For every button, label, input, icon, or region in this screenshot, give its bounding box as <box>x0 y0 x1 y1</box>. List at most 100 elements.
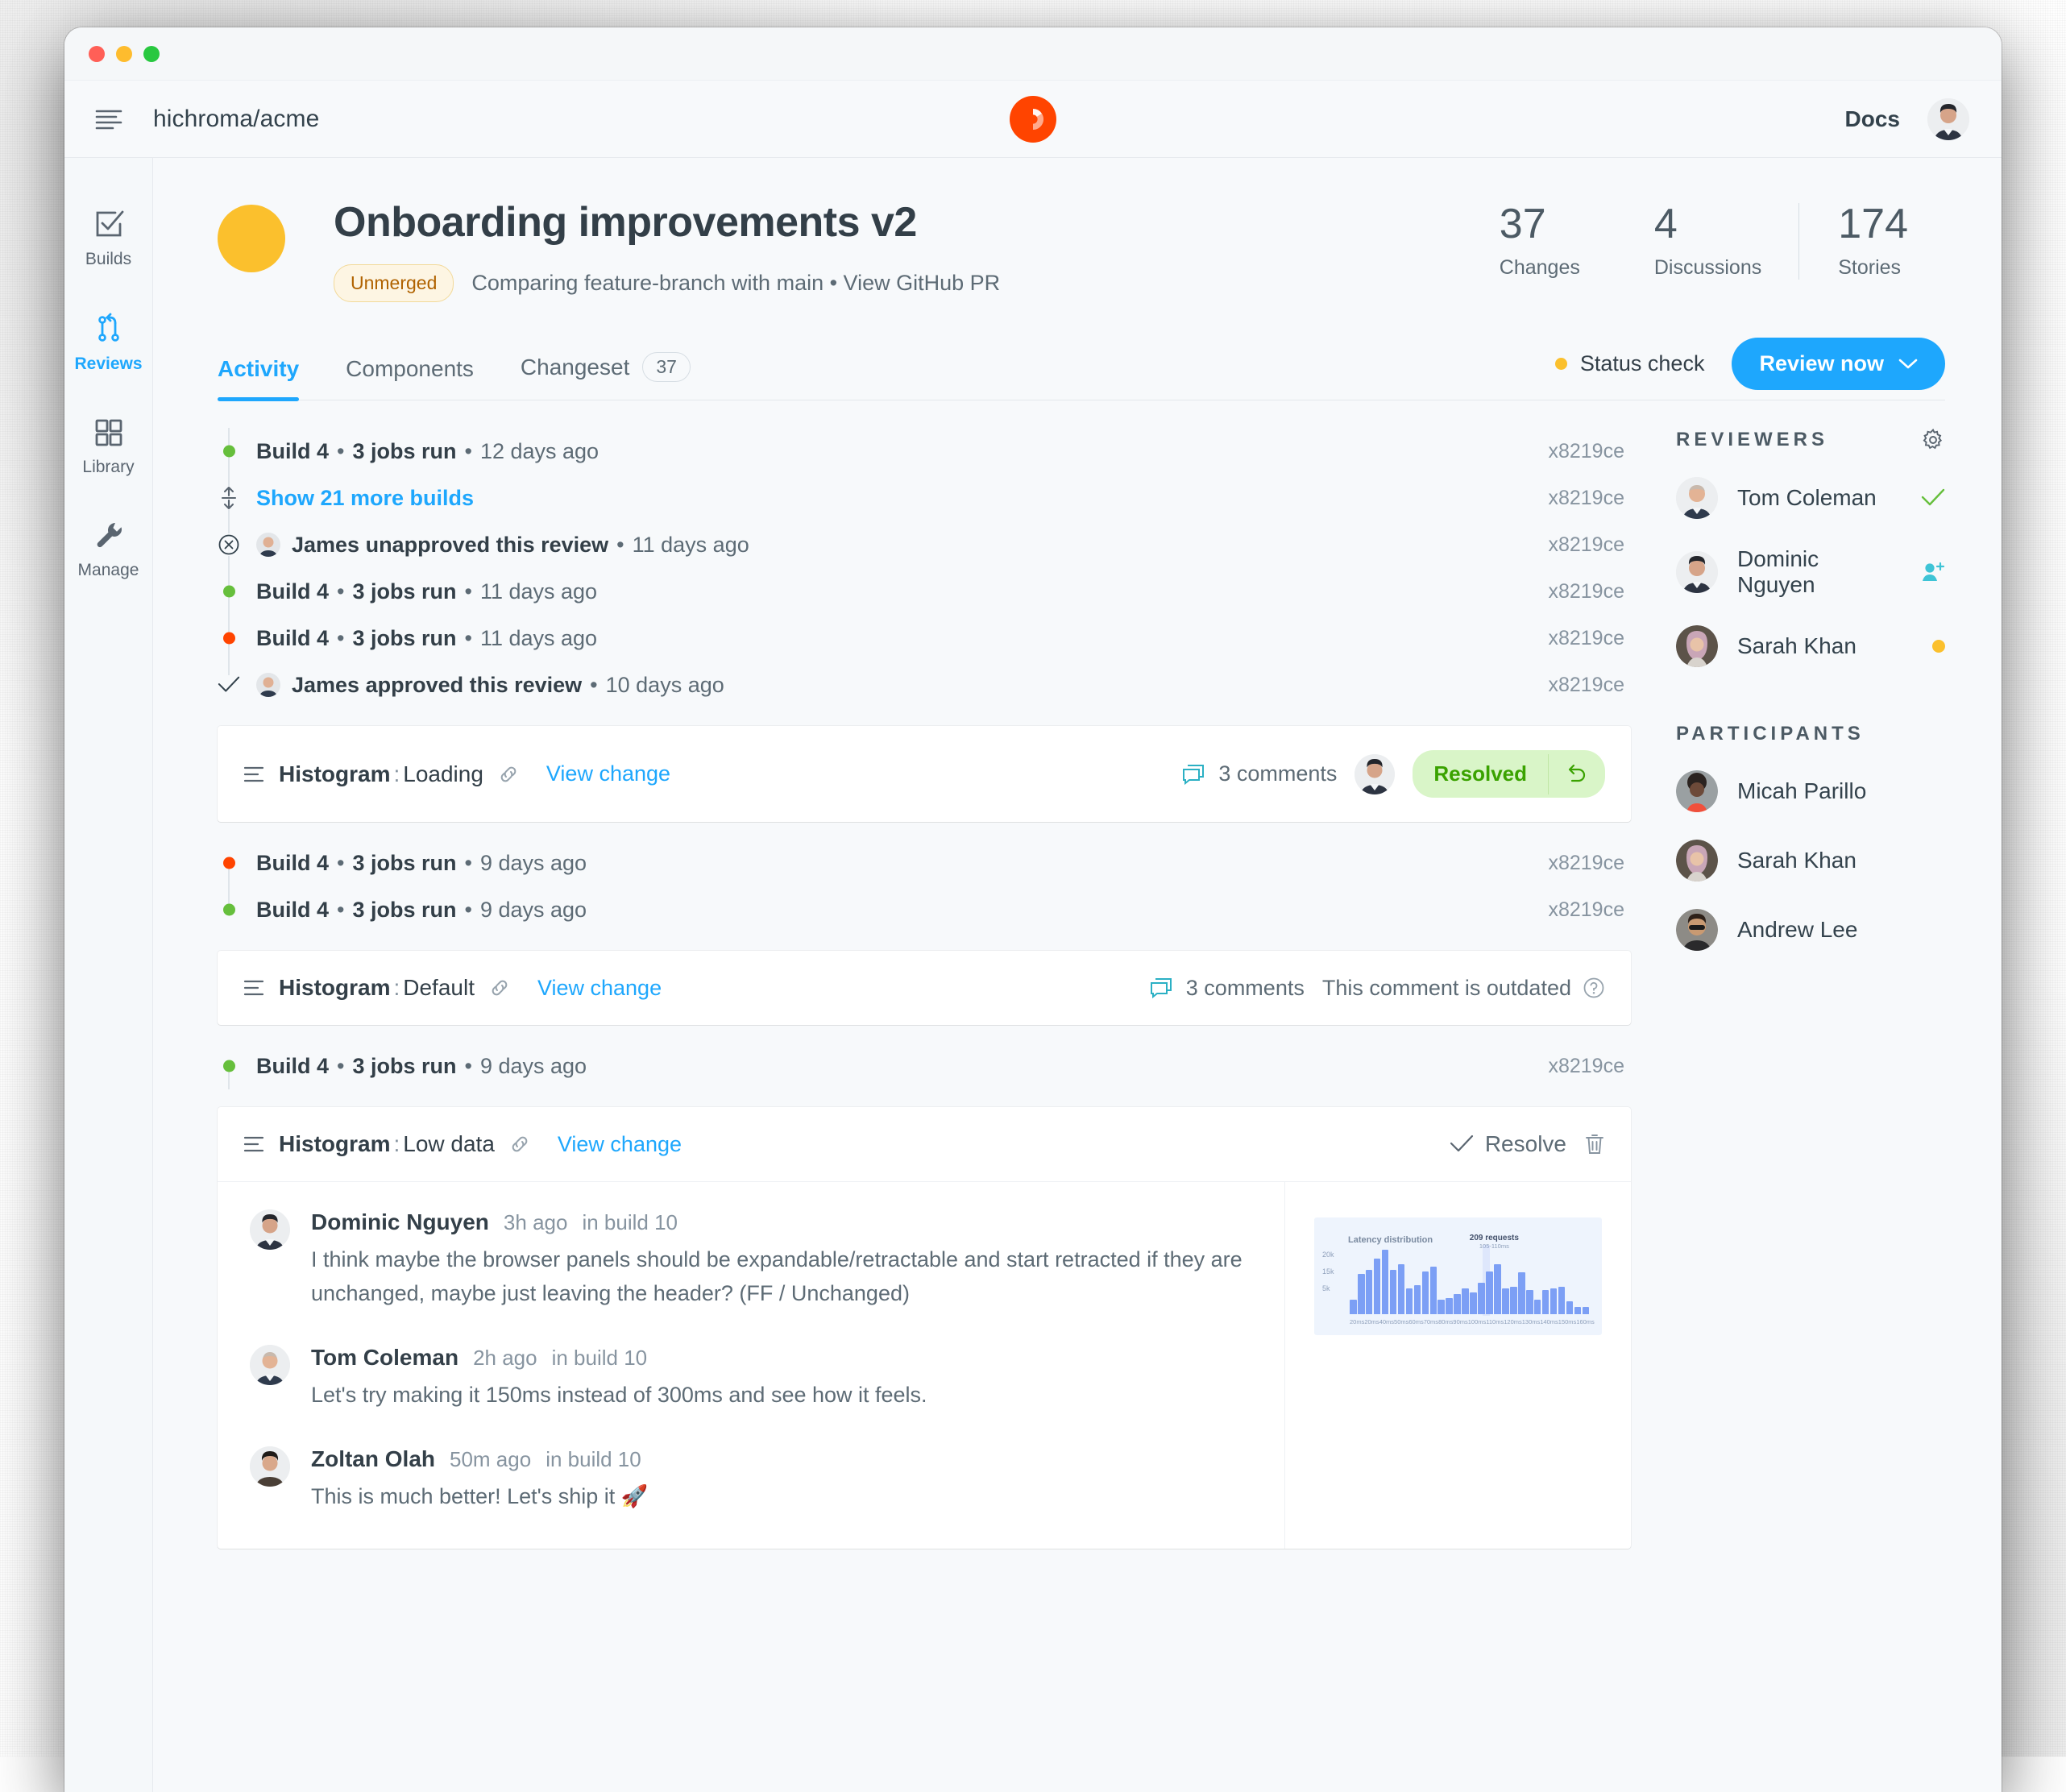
sidebar-item-reviews[interactable]: Reviews <box>64 293 152 398</box>
latency-histogram-chart[interactable]: Latency distribution 20k 15k 5k 209 requ… <box>1314 1217 1602 1335</box>
activity-row-approved[interactable]: James approved this review •10 days ago … <box>218 662 1631 708</box>
status-check[interactable]: Status check <box>1555 351 1705 376</box>
outdated-notice: This comment is outdated <box>1322 976 1605 1001</box>
list-lines-icon <box>243 979 264 997</box>
x-tick: 90ms <box>1453 1318 1467 1325</box>
activity-row-build[interactable]: Build 4 •3 jobs run •11 days ago x8219ce <box>218 568 1631 615</box>
undo-icon[interactable] <box>1548 754 1605 794</box>
view-change-link[interactable]: View change <box>546 761 670 786</box>
reviewer-dominic-nguyen[interactable]: Dominic Nguyen <box>1676 533 1945 612</box>
review-now-button[interactable]: Review now <box>1732 338 1945 390</box>
comment-build: in build 10 <box>582 1210 678 1235</box>
participant-name: Sarah Khan <box>1737 848 1856 873</box>
tab-activity[interactable]: Activity <box>218 356 299 400</box>
activity-row-build[interactable]: Build 4 •3 jobs run •9 days ago x8219ce <box>218 1043 1631 1089</box>
docs-link[interactable]: Docs <box>1845 106 1900 132</box>
link-icon[interactable] <box>498 764 519 785</box>
checkbox-check-icon <box>93 208 125 240</box>
question-circle-icon[interactable] <box>1583 977 1605 999</box>
comment-meta: Dominic Nguyen 3h ago in build 10 <box>311 1209 1252 1235</box>
chart-bar <box>1430 1267 1437 1314</box>
link-icon[interactable] <box>509 1134 530 1155</box>
reviewer-name: Dominic Nguyen <box>1737 546 1902 598</box>
activity-row-build[interactable]: Build 4 •3 jobs run •11 days ago x8219ce <box>218 615 1631 662</box>
x-tick: 150ms <box>1558 1318 1577 1325</box>
activity-row-build[interactable]: Build 4 •3 jobs run •9 days ago x8219ce <box>218 886 1631 933</box>
app-logo[interactable] <box>1010 96 1056 143</box>
user-plus-icon[interactable] <box>1921 561 1945 583</box>
james-avatar <box>256 533 280 557</box>
chromatic-logo-icon <box>1010 96 1056 143</box>
hamburger-icon[interactable] <box>64 109 153 130</box>
change-card-title: Histogram:Default <box>279 975 475 1001</box>
participant-andrew-lee[interactable]: Andrew Lee <box>1676 895 1945 964</box>
right-sidebar: REVIEWERS Tom Coleman <box>1631 428 1945 1566</box>
comment-count[interactable]: 3 comments <box>1181 761 1337 786</box>
comment-item: Zoltan Olah 50m ago in build 10 This is … <box>250 1446 1252 1514</box>
trash-icon[interactable] <box>1584 1133 1605 1155</box>
comment-build: in build 10 <box>546 1447 641 1472</box>
chart-bar <box>1510 1287 1517 1314</box>
view-change-link[interactable]: View change <box>537 976 662 1001</box>
reviewer-sarah-khan[interactable]: Sarah Khan <box>1676 612 1945 681</box>
chart-bar <box>1526 1290 1533 1314</box>
comment-icon <box>1149 977 1173 999</box>
user-avatar[interactable] <box>1927 98 1969 140</box>
sarah-avatar <box>1676 625 1718 667</box>
sidebar-item-manage[interactable]: Manage <box>64 501 152 604</box>
view-change-link[interactable]: View change <box>558 1132 682 1157</box>
snapshot-preview: Latency distribution 20k 15k 5k 209 requ… <box>1284 1182 1631 1549</box>
minimize-traffic-light[interactable] <box>116 46 132 62</box>
chart-bar <box>1422 1271 1429 1314</box>
gear-icon[interactable] <box>1921 428 1945 452</box>
activity-row-unapproved[interactable]: James unapproved this review •11 days ag… <box>218 521 1631 568</box>
build-status-dot-icon <box>218 1060 240 1072</box>
participant-micah-parillo[interactable]: Micah Parillo <box>1676 757 1945 826</box>
component-name: Histogram <box>279 975 390 1000</box>
activity-row-build[interactable]: Build 4 •3 jobs run •12 days ago x8219ce <box>218 428 1631 475</box>
resolved-label: Resolved <box>1413 750 1548 798</box>
component-name: Histogram <box>279 1131 390 1156</box>
breadcrumb-repo[interactable]: hichroma/acme <box>153 106 319 133</box>
page-header-text: Onboarding improvements v2 Unmerged Comp… <box>334 195 1000 302</box>
component-name: Histogram <box>279 761 390 786</box>
tab-components-label: Components <box>346 356 474 382</box>
close-traffic-light[interactable] <box>89 46 105 62</box>
top-navbar: hichroma/acme Docs <box>64 81 2002 158</box>
y-tick: 15k <box>1322 1263 1334 1280</box>
activity-row-build[interactable]: Build 4 •3 jobs run •9 days ago x8219ce <box>218 840 1631 886</box>
jobs-run: 3 jobs run <box>352 851 456 875</box>
sidebar-item-builds[interactable]: Builds <box>64 189 152 293</box>
dominic-avatar <box>1676 551 1718 593</box>
chart-bar <box>1470 1292 1477 1314</box>
participant-sarah-khan[interactable]: Sarah Khan <box>1676 826 1945 895</box>
sidebar-item-library[interactable]: Library <box>64 398 152 501</box>
content-columns: Build 4 •3 jobs run •12 days ago x8219ce <box>153 428 2002 1566</box>
sidebar-label-builds: Builds <box>85 250 131 269</box>
show-more-builds-link[interactable]: Show 21 more builds <box>256 486 474 511</box>
y-tick: 5k <box>1322 1280 1334 1297</box>
comment-body: Zoltan Olah 50m ago in build 10 This is … <box>311 1446 1252 1514</box>
reviewer-tom-coleman[interactable]: Tom Coleman <box>1676 463 1945 533</box>
resolved-pill[interactable]: Resolved <box>1413 750 1605 798</box>
chart-bar <box>1390 1270 1397 1314</box>
link-icon[interactable] <box>489 977 510 998</box>
tab-components[interactable]: Components <box>346 356 474 400</box>
comment-count[interactable]: 3 comments <box>1149 976 1305 1001</box>
resolve-button[interactable]: Resolve <box>1450 1131 1566 1157</box>
maximize-traffic-light[interactable] <box>143 46 160 62</box>
chart-x-axis: 20ms20ms40ms50ms60ms70ms80ms90ms100ms110… <box>1327 1318 1589 1325</box>
zoltan-avatar <box>250 1446 290 1487</box>
tabbar-right-group: Status check Review now <box>1555 338 1945 400</box>
chart-y-axis: 20k 15k 5k <box>1322 1247 1334 1297</box>
tab-changeset[interactable]: Changeset 37 <box>521 352 691 400</box>
app-window: hichroma/acme Docs <box>64 27 2002 1792</box>
build-status-dot-icon <box>218 633 240 645</box>
activity-time: 11 days ago <box>480 579 597 604</box>
comment-count-label: 3 comments <box>1218 761 1337 786</box>
left-sidebar-nav: Builds R <box>64 158 153 1792</box>
activity-row-show-more[interactable]: Show 21 more builds x8219ce <box>218 475 1631 521</box>
expand-vertical-icon <box>218 486 240 510</box>
page-subtitle[interactable]: Comparing feature-branch with main • Vie… <box>471 271 1000 296</box>
comment-text: I think maybe the browser panels should … <box>311 1243 1252 1311</box>
